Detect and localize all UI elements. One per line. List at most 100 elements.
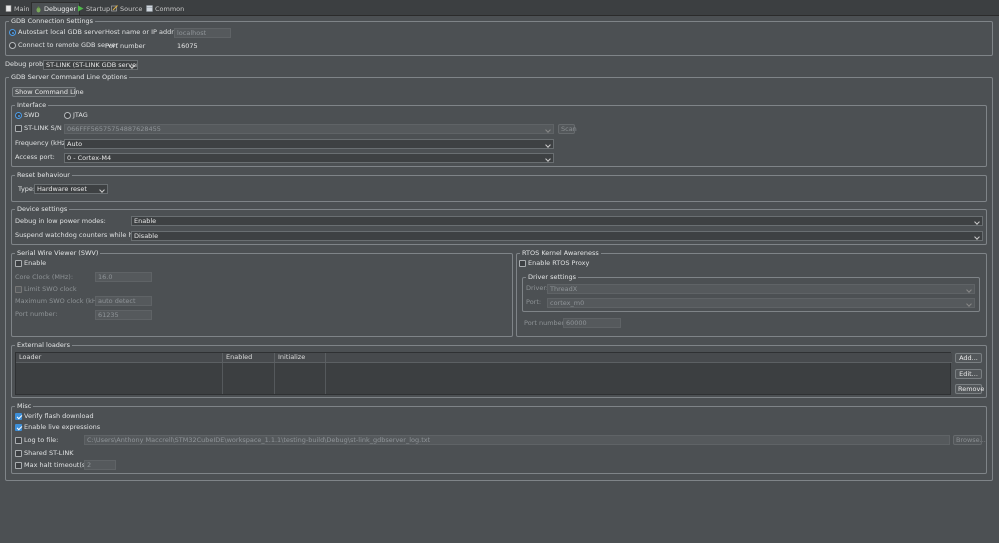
live-expressions-checkbox[interactable] <box>15 424 22 431</box>
debug-probe-value: ST-LINK (ST-LINK GDB server) <box>46 61 138 69</box>
table-column <box>16 363 223 394</box>
group-legend: Misc <box>15 402 34 410</box>
watchdog-value: Disable <box>134 232 159 240</box>
chevron-down-icon <box>966 286 973 292</box>
swd-label: SWD <box>24 111 40 119</box>
debug-probe-label: Debug probe <box>5 60 48 68</box>
watchdog-select[interactable]: Disable <box>131 231 983 241</box>
tab-label: Startup <box>86 4 111 13</box>
add-loader-button[interactable]: Add... <box>955 353 982 363</box>
column-header-initialize[interactable]: Initialize <box>275 353 326 363</box>
tab-source[interactable]: Source <box>108 2 145 15</box>
access-port-label: Access port: <box>15 153 55 161</box>
low-power-select[interactable]: Enable <box>131 216 983 226</box>
remote-radio[interactable] <box>9 42 16 49</box>
column-header-filler <box>326 353 952 363</box>
jtag-label: JTAG <box>73 111 88 119</box>
max-halt-label: Max halt timeout(s): <box>24 461 91 469</box>
limit-swo-label: Limit SWO clock <box>24 285 77 293</box>
loaders-table[interactable]: Loader Enabled Initialize <box>15 352 952 395</box>
source-icon <box>111 5 118 12</box>
stlink-sn-checkbox[interactable] <box>15 125 22 132</box>
swv-group: Serial Wire Viewer (SWV) <box>11 249 513 337</box>
rtos-port-number-label: Port number: <box>524 319 567 327</box>
gdb-connection-group: GDB Connection Settings <box>5 17 993 56</box>
tab-label: Main <box>14 4 30 13</box>
shared-stlink-label: Shared ST-LINK <box>24 449 74 457</box>
rtos-port-select[interactable]: cortex_m0 <box>547 298 975 308</box>
swv-enable-label: Enable <box>24 259 47 267</box>
tab-bar: Main Debugger Startup Source Common <box>0 0 999 16</box>
group-legend: GDB Connection Settings <box>9 17 96 25</box>
remove-loader-button[interactable]: Remove <box>955 384 984 394</box>
tab-common[interactable]: Common <box>143 2 187 15</box>
host-input[interactable]: localhost <box>174 28 231 38</box>
browse-button[interactable]: Browse... <box>953 435 986 445</box>
tab-label: Common <box>155 4 185 13</box>
frequency-label: Frequency (kHz): <box>15 139 70 147</box>
verify-flash-label: Verify flash download <box>24 412 94 420</box>
log-to-file-checkbox[interactable] <box>15 437 22 444</box>
table-column <box>275 363 326 394</box>
play-icon <box>77 5 84 12</box>
show-command-line-button[interactable]: Show Command Line <box>12 87 84 97</box>
driver-select[interactable]: ThreadX <box>547 284 975 294</box>
scan-button[interactable]: Scan <box>558 124 577 134</box>
max-halt-input[interactable]: 2 <box>84 460 116 470</box>
chevron-down-icon <box>974 218 981 224</box>
max-halt-checkbox[interactable] <box>15 462 22 469</box>
log-to-file-label: Log to file: <box>24 436 59 444</box>
chevron-down-icon <box>966 300 973 306</box>
swv-port-label: Port number: <box>15 310 58 318</box>
stlink-sn-label: ST-LINK S/N <box>24 124 62 132</box>
swv-enable-checkbox[interactable] <box>15 260 22 267</box>
stlink-sn-value: 066FFF56575754887628455 <box>67 125 161 133</box>
reset-type-select[interactable]: Hardware reset <box>34 184 108 194</box>
chevron-down-icon <box>545 126 552 132</box>
core-clock-label: Core Clock (MHz): <box>15 273 74 281</box>
core-clock-input[interactable]: 16.0 <box>95 272 152 282</box>
reset-type-value: Hardware reset <box>37 185 87 193</box>
chevron-down-icon <box>129 62 136 68</box>
rtos-port-number-input[interactable]: 60000 <box>563 318 621 328</box>
jtag-radio[interactable] <box>64 112 71 119</box>
edit-loader-button[interactable]: Edit... <box>955 369 982 379</box>
access-port-select[interactable]: 0 - Cortex-M4 <box>64 153 554 163</box>
chevron-down-icon <box>974 233 981 239</box>
bug-icon <box>35 6 42 13</box>
live-expressions-label: Enable live expressions <box>24 423 101 431</box>
tab-main[interactable]: Main <box>2 2 33 15</box>
debug-probe-select[interactable]: ST-LINK (ST-LINK GDB server) <box>43 60 138 70</box>
host-label: Host name or IP address <box>105 28 185 36</box>
group-legend: Driver settings <box>526 273 578 281</box>
limit-swo-checkbox[interactable] <box>15 286 22 293</box>
rtos-enable-label: Enable RTOS Proxy <box>528 259 590 267</box>
swv-port-input[interactable]: 61235 <box>95 310 152 320</box>
group-legend: RTOS Kernel Awareness <box>520 249 601 257</box>
table-column <box>223 363 275 394</box>
stlink-sn-select[interactable]: 066FFF56575754887628455 <box>64 124 554 134</box>
autostart-radio[interactable] <box>9 29 16 36</box>
rtos-port-value: cortex_m0 <box>550 299 585 307</box>
frequency-select[interactable]: Auto <box>64 139 554 149</box>
group-legend: Serial Wire Viewer (SWV) <box>15 249 101 257</box>
frequency-value: Auto <box>67 140 83 148</box>
document-icon <box>5 5 12 12</box>
log-file-input[interactable]: C:\Users\Anthony Maccrell\STM32CubeIDE\w… <box>84 435 950 445</box>
column-header-enabled[interactable]: Enabled <box>223 353 275 363</box>
chevron-down-icon <box>545 155 552 161</box>
rtos-enable-checkbox[interactable] <box>519 260 526 267</box>
verify-flash-checkbox[interactable] <box>15 413 22 420</box>
column-header-loader[interactable]: Loader <box>16 353 223 363</box>
chevron-down-icon <box>545 141 552 147</box>
group-legend: Device settings <box>15 205 70 213</box>
port-input[interactable]: 16075 <box>174 41 231 51</box>
group-legend: Interface <box>15 101 49 109</box>
shared-stlink-checkbox[interactable] <box>15 450 22 457</box>
max-swo-input[interactable]: auto detect <box>95 296 152 306</box>
driver-label: Driver: <box>526 284 549 292</box>
low-power-label: Debug in low power modes: <box>15 217 106 225</box>
port-label: Port number <box>105 42 146 50</box>
swd-radio[interactable] <box>15 112 22 119</box>
tab-debugger[interactable]: Debugger <box>31 2 81 15</box>
